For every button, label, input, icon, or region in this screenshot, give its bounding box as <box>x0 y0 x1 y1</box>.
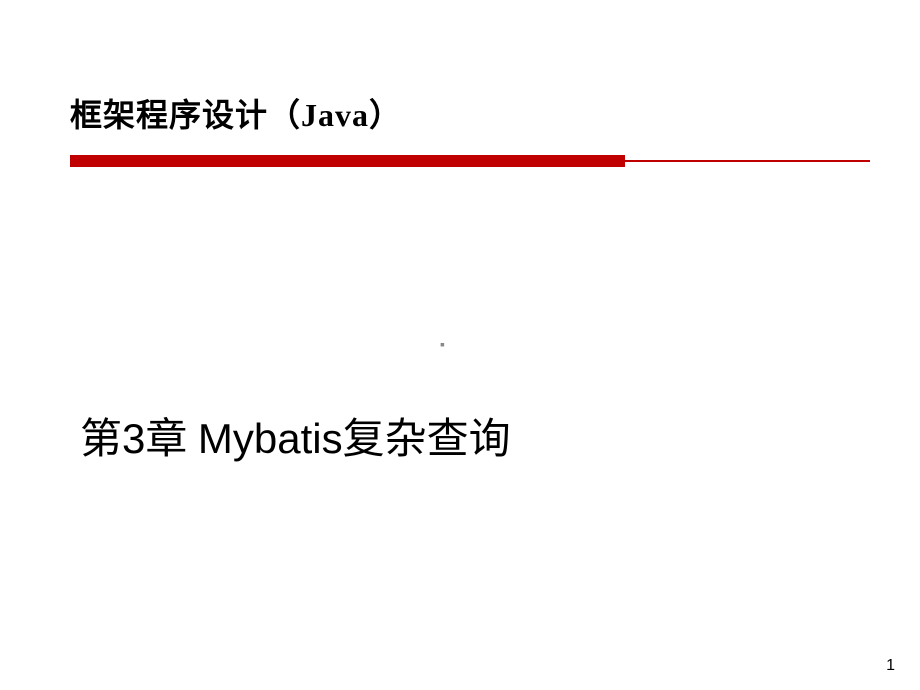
header-title: 框架程序设计（Java） <box>70 90 402 136</box>
chapter-name-chinese: 复杂查询 <box>343 417 511 463</box>
page-number: 1 <box>886 657 895 675</box>
chapter-number: 3 <box>122 415 145 462</box>
chapter-name-english: Mybatis <box>198 415 343 462</box>
chapter-title: 第3章 Mybatis复杂查询 <box>80 405 511 466</box>
chapter-prefix: 第 <box>80 417 122 463</box>
chapter-suffix: 章 <box>145 417 198 463</box>
divider-thick-line <box>70 155 625 167</box>
divider <box>70 155 870 167</box>
slide-container: 框架程序设计（Java） ▪ 第3章 Mybatis复杂查询 1 <box>0 0 920 690</box>
center-mark: ▪ <box>440 338 445 354</box>
